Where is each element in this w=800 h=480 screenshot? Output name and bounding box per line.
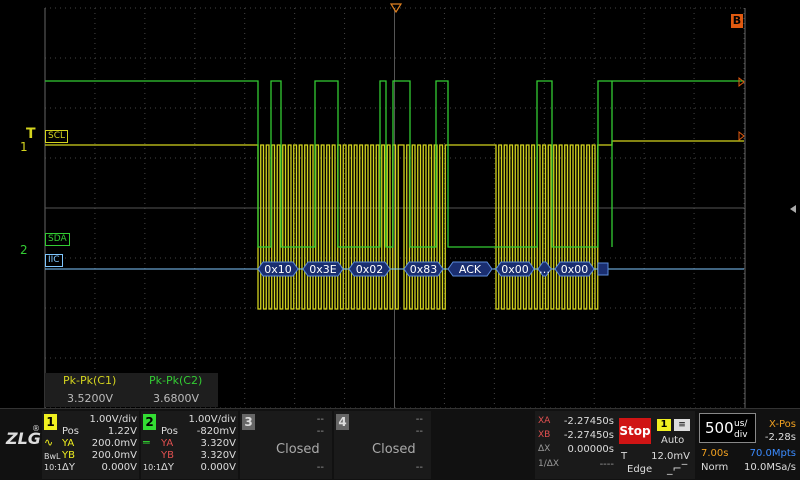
ch3-number: 3 (242, 414, 255, 430)
decode-value: ACK (459, 263, 482, 276)
ch1-scale: 1.00V/div (89, 414, 137, 425)
bus-b-marker[interactable]: B (731, 14, 743, 28)
ch2-yb-label: YB (161, 450, 174, 461)
ch2-dy: 0.000V (200, 462, 236, 473)
ch2-panel[interactable]: 2 1.00V/div Pos -820mV ═ YA 3.320V YB 3.… (141, 411, 238, 479)
trigger-level-marker[interactable]: T (26, 127, 36, 141)
trigger-coupling-icon: ≡ (674, 419, 690, 431)
brand-logo: ZLG (6, 429, 41, 448)
trigger-level: 12.0mV (651, 451, 690, 462)
decode-end-marker (597, 262, 609, 276)
cursor-xa: -2.27450s (563, 416, 614, 427)
timebase-unit-bottom: div (734, 430, 748, 440)
trigger-type: Edge (627, 464, 653, 475)
ch1-yb: 200.0mV (91, 450, 137, 461)
ch2-coupling-icon: ═ (143, 436, 150, 449)
ch1-coupling-icon: ∿ (44, 436, 54, 449)
ch2-probe: 10:1 (143, 463, 161, 472)
timebase-unit-top: us/ (734, 419, 748, 429)
decode-value: 0x83 (410, 263, 438, 276)
graticule-ticks (45, 8, 744, 408)
sda-end-marker (738, 76, 745, 88)
bus-decode: 0x10 0x3E 0x02 0x83 ACK 0x00 … 0x00 (257, 261, 609, 277)
ch1-dy-label: ΔY (62, 462, 75, 473)
ch3-pos: -- (316, 426, 324, 437)
cursor-inv: ---- (599, 459, 614, 470)
measurement-panel[interactable]: Pk-Pk(C1) Pk-Pk(C2) 3.5200V 3.6800V (45, 373, 218, 407)
ch1-number: 1 (44, 414, 57, 430)
record-duration: 7.00s (701, 448, 729, 459)
decode-value: 0x10 (264, 263, 292, 276)
waveform-display[interactable]: 0x10 0x3E 0x02 0x83 ACK 0x00 … 0x00 T 1 2 SCL S… (0, 0, 800, 408)
ch1-ya: 200.0mV (91, 438, 137, 449)
ch2-scale: 1.00V/div (188, 414, 236, 425)
decode-value: 0x00 (561, 263, 589, 276)
sample-rate: 10.0MSa/s (744, 462, 796, 473)
ch1-yb-label: YB (62, 450, 75, 461)
ch2-position-marker[interactable]: 2 (20, 244, 28, 256)
xpos-label: X-Pos (769, 419, 796, 430)
decode-value: … (539, 263, 550, 276)
ch1-ya-label: YA (62, 438, 75, 449)
pkpk-c2-value: 3.6800V (153, 392, 200, 405)
decode-value: 0x3E (309, 263, 337, 276)
cursor-xb: -2.27450s (563, 430, 614, 441)
bus-label: IIC (45, 254, 63, 267)
trigger-level-label: T (621, 451, 628, 462)
trigger-source: 1 (657, 419, 671, 431)
ch4-pos: -- (415, 426, 423, 437)
ch3-panel[interactable]: 3 -- -- Closed -- (240, 411, 332, 479)
scl-end-marker (738, 130, 745, 142)
ch1-pos: 1.22V (107, 426, 137, 437)
ch4-panel[interactable]: 4 -- -- Closed -- (334, 411, 431, 479)
ch2-yb: 3.320V (200, 450, 236, 461)
waveform-area[interactable]: 0x10 0x3E 0x02 0x83 ACK 0x00 … 0x00 (0, 0, 800, 408)
ch2-number: 2 (143, 414, 156, 430)
cursor-xa-label: XA (538, 416, 551, 426)
ch1-probe: 10:1 (44, 463, 62, 472)
ch1-dy: 0.000V (101, 462, 137, 473)
status-bar: ZLG ® 1 1.00V/div Pos 1.22V ∿ YA 200.0mV… (0, 408, 800, 480)
ch1-panel[interactable]: 1 1.00V/div Pos 1.22V ∿ YA 200.0mV BwL Y… (42, 411, 139, 479)
ch1-pos-label: Pos (62, 426, 80, 437)
xpos-value: -2.28s (764, 432, 796, 443)
pkpk-c1-value: 3.5200V (67, 392, 114, 405)
ch4-state: Closed (372, 442, 416, 457)
cursor-dx-label: ΔX (538, 444, 551, 454)
right-side-arrow (790, 205, 796, 213)
ch3-state: Closed (276, 442, 320, 457)
decode-value: 0x02 (356, 263, 384, 276)
pkpk-c1-label: Pk-Pk(C1) (63, 374, 117, 387)
cursor-dx: 0.00000s (567, 444, 614, 455)
memory-depth: 70.0Mpts (749, 448, 796, 459)
cursor-xb-label: XB (538, 430, 551, 440)
timebase-panel[interactable]: 500 us/ div X-Pos -2.28s 7.00s 70.0Mpts … (697, 411, 798, 479)
ch2-pos-label: Pos (161, 426, 179, 437)
ch4-dy: -- (415, 462, 423, 473)
trigger-mode: Auto (661, 435, 685, 446)
decode-value: 0x00 (501, 263, 529, 276)
ch1-bwlimit: BwL (44, 452, 61, 461)
logo-area: ZLG ® (2, 411, 41, 479)
ch2-dy-label: ΔY (161, 462, 174, 473)
run-stop-button[interactable]: Stop (619, 418, 651, 444)
ch1-position-marker[interactable]: 1 (20, 141, 28, 153)
sda-label: SDA (45, 233, 70, 246)
ch2-ya: 3.320V (200, 438, 236, 449)
registered-icon: ® (32, 424, 40, 433)
scl-label: SCL (45, 130, 69, 143)
timebase-scale: 500 (705, 419, 734, 437)
cursor-panel[interactable]: XA -2.27450s XB -2.27450s ΔX 0.00000s 1/… (535, 411, 617, 479)
ch2-ya-label: YA (161, 438, 174, 449)
ch2-pos: -820mV (196, 426, 236, 437)
ch4-number: 4 (336, 414, 349, 430)
acquire-mode: Norm (701, 462, 729, 473)
rising-edge-icon: _⌐‾ (667, 462, 688, 475)
cursor-inv-label: 1/ΔX (538, 459, 560, 469)
ch3-dy: -- (316, 462, 324, 473)
ch4-scale: -- (415, 414, 423, 425)
ch3-scale: -- (316, 414, 324, 425)
pkpk-c2-label: Pk-Pk(C2) (149, 374, 203, 387)
